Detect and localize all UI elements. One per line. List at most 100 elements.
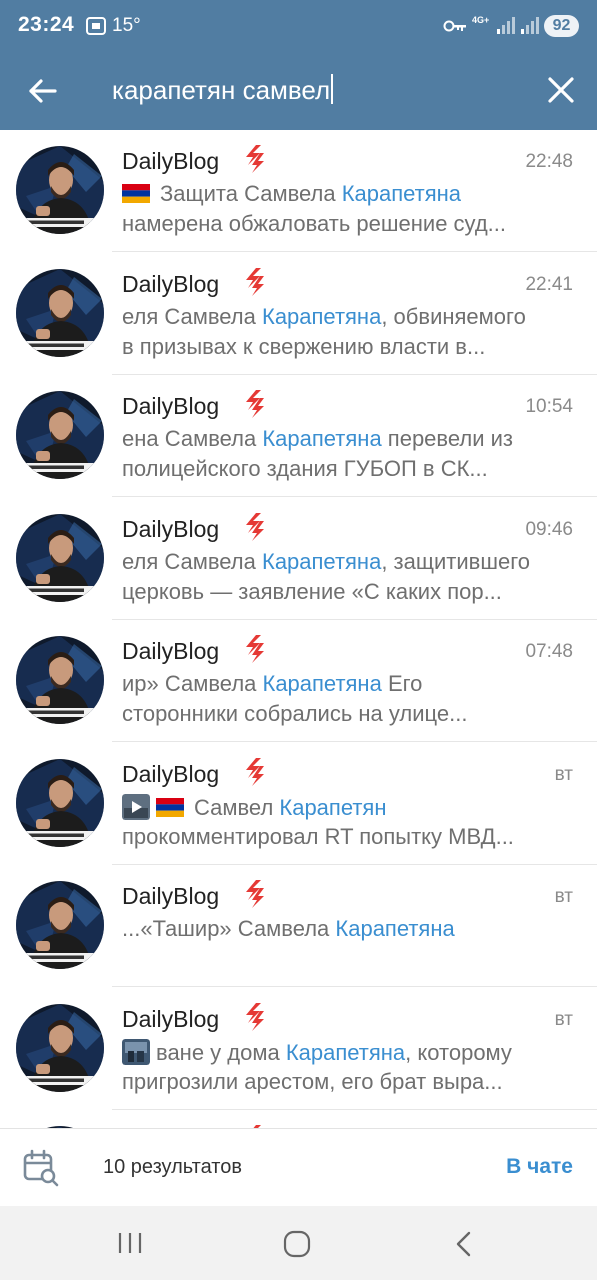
preview-text: Защита Самвела bbox=[160, 181, 342, 206]
status-bar: 23:24 15° 4G+ 92 bbox=[0, 0, 597, 52]
message-preview-line: намерена обжаловать решение суд... bbox=[122, 211, 577, 237]
search-result-item[interactable]: DailyBlog вт ване у дома Карапетяна, котор… bbox=[0, 988, 597, 1110]
search-match-highlight: Карапетяна bbox=[341, 181, 462, 206]
search-footer: 10 результатов В чате bbox=[0, 1128, 597, 1206]
photo-thumbnail-icon bbox=[122, 1039, 156, 1065]
channel-avatar bbox=[16, 269, 104, 357]
message-time: 09:46 bbox=[525, 519, 573, 540]
preview-text: церковь — заявление «С каких пор... bbox=[122, 579, 502, 604]
row-divider bbox=[112, 251, 597, 252]
search-match-highlight: Карапетяна bbox=[262, 671, 382, 696]
channel-title: DailyBlog bbox=[122, 516, 220, 542]
preview-text: ване у дома bbox=[156, 1040, 286, 1065]
search-result-item[interactable]: DailyBlog bbox=[0, 1110, 597, 1128]
message-preview-line: ир» Самвела Карапетяна Его bbox=[122, 671, 577, 697]
search-match-highlight: Карапетяна bbox=[262, 549, 382, 574]
message-time: вт bbox=[554, 1009, 573, 1030]
channel-avatar bbox=[16, 1004, 104, 1092]
message-preview-line: Самвел Карапетян bbox=[122, 794, 577, 821]
armenia-flag-icon bbox=[122, 181, 160, 206]
video-thumbnail-icon bbox=[122, 794, 156, 820]
message-preview-line: полицейского здания ГУБОП в СК... bbox=[122, 456, 577, 482]
message-time: 22:48 bbox=[525, 151, 573, 172]
system-nav-bar bbox=[0, 1206, 597, 1280]
calendar-search-icon[interactable] bbox=[22, 1149, 60, 1187]
preview-text: перевели из bbox=[381, 426, 513, 451]
channel-title: DailyBlog bbox=[122, 271, 220, 297]
channel-title: DailyBlog bbox=[122, 393, 220, 419]
recent-apps-icon[interactable] bbox=[117, 1231, 143, 1255]
search-result-item[interactable]: DailyBlog 07:48 ир» Самвела Карапетяна Его… bbox=[0, 620, 597, 742]
search-match-highlight: Карапетян bbox=[279, 795, 387, 820]
message-preview-line: в призывах к свержению власти в... bbox=[122, 334, 577, 360]
search-result-item[interactable]: DailyBlog вт Самвел Карапетян прокомментиро… bbox=[0, 743, 597, 865]
preview-text: пригрозили арестом, его брат выра... bbox=[122, 1069, 503, 1094]
lightning-icon bbox=[244, 634, 266, 664]
preview-text: , которому bbox=[405, 1040, 512, 1065]
channel-title: DailyBlog bbox=[122, 638, 220, 664]
row-divider bbox=[112, 741, 597, 742]
message-time: вт bbox=[554, 764, 573, 785]
search-match-highlight: Карапетяна bbox=[262, 304, 382, 329]
preview-text: , обвиняемого bbox=[381, 304, 526, 329]
preview-text: еля Самвела bbox=[122, 549, 262, 574]
lightning-icon bbox=[244, 1002, 266, 1032]
result-count: 10 результатов bbox=[103, 1156, 242, 1178]
message-time: 10:54 bbox=[525, 396, 573, 417]
channel-title: DailyBlog bbox=[122, 761, 220, 787]
message-time: 07:48 bbox=[525, 641, 573, 662]
preview-text: сторонники собрались на улице... bbox=[122, 701, 468, 726]
search-match-highlight: Карапетяна bbox=[262, 426, 382, 451]
search-match-highlight: Карапетяна bbox=[285, 1040, 406, 1065]
channel-title: DailyBlog bbox=[122, 148, 220, 174]
message-preview-line: ване у дома Карапетяна, которому bbox=[122, 1039, 577, 1066]
channel-avatar bbox=[16, 391, 104, 479]
channel-avatar bbox=[16, 759, 104, 847]
search-results-list: DailyBlog 22:48 Защита Самвела Карапетяна н… bbox=[0, 130, 597, 1128]
message-preview-line: еля Самвела Карапетяна, обвиняемого bbox=[122, 304, 577, 330]
preview-text: , защитившего bbox=[381, 549, 530, 574]
preview-text: Его bbox=[381, 671, 423, 696]
message-preview-line: прокомментировал RT попытку МВД... bbox=[122, 824, 577, 850]
lightning-icon bbox=[244, 267, 266, 297]
search-result-item[interactable]: DailyBlog вт ...«Ташир» Самвела Карапетяна bbox=[0, 865, 597, 987]
back-nav-icon[interactable] bbox=[452, 1230, 476, 1258]
screen-capture-icon bbox=[86, 17, 106, 35]
message-preview-line: сторонники собрались на улице... bbox=[122, 701, 577, 727]
signal-icon bbox=[521, 17, 539, 34]
message-preview-line: церковь — заявление «С каких пор... bbox=[122, 579, 577, 605]
message-preview-line: ена Самвела Карапетяна перевели из bbox=[122, 426, 577, 452]
preview-text: ир» Самвела bbox=[122, 671, 263, 696]
lightning-icon bbox=[244, 389, 266, 419]
channel-avatar bbox=[16, 514, 104, 602]
in-chat-button[interactable]: В чате bbox=[506, 1155, 573, 1179]
search-result-item[interactable]: DailyBlog 09:46 еля Самвела Карапетяна, за… bbox=[0, 498, 597, 620]
status-time: 23:24 bbox=[18, 13, 75, 36]
close-icon[interactable] bbox=[540, 69, 582, 111]
home-icon[interactable] bbox=[283, 1230, 311, 1258]
search-match-highlight: Карапетяна bbox=[335, 916, 455, 941]
channel-avatar bbox=[16, 146, 104, 234]
channel-title: DailyBlog bbox=[122, 883, 220, 909]
row-divider bbox=[112, 986, 597, 987]
row-divider bbox=[112, 496, 597, 497]
back-arrow-icon[interactable] bbox=[22, 70, 64, 112]
lightning-icon bbox=[244, 144, 266, 174]
search-result-item[interactable]: DailyBlog 22:41 еля Самвела Карапетяна, об… bbox=[0, 253, 597, 375]
status-temperature: 15° bbox=[112, 15, 141, 36]
preview-text: прокомментировал RT попытку МВД... bbox=[122, 824, 514, 849]
search-result-item[interactable]: DailyBlog 10:54 ена Самвела Карапетяна пер… bbox=[0, 375, 597, 497]
search-result-item[interactable]: DailyBlog 22:48 Защита Самвела Карапетяна н… bbox=[0, 130, 597, 252]
search-query: карапетян самвел bbox=[112, 75, 331, 105]
lightning-icon bbox=[244, 757, 266, 787]
battery-indicator: 92 bbox=[544, 15, 579, 37]
preview-text: ...«Ташир» Самвела bbox=[122, 916, 336, 941]
channel-avatar bbox=[16, 636, 104, 724]
lightning-icon bbox=[244, 879, 266, 909]
network-type: 4G+ bbox=[472, 15, 490, 25]
search-input[interactable]: карапетян самвел bbox=[112, 70, 512, 110]
text-caret bbox=[331, 74, 334, 104]
preview-text: Самвел bbox=[194, 795, 280, 820]
key-icon bbox=[443, 20, 466, 32]
message-preview-line: ...«Ташир» Самвела Карапетяна bbox=[122, 916, 577, 942]
